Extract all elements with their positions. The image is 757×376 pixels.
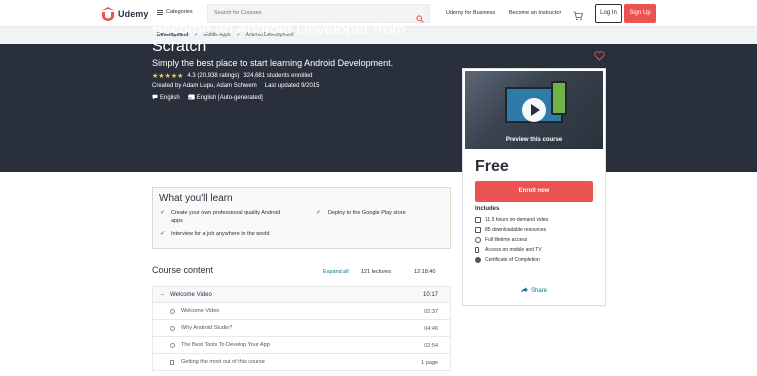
cart-icon[interactable] xyxy=(573,8,583,21)
signup-button[interactable]: Sign Up xyxy=(624,4,656,23)
lecture-row[interactable]: Welcome Video 02:37 xyxy=(152,303,451,320)
lecture-row[interactable]: Getting the most out of this course 1 pa… xyxy=(152,354,451,371)
lecture-label: Welcome Video xyxy=(181,308,220,314)
play-circle-icon xyxy=(170,309,175,314)
certificate-icon xyxy=(475,257,481,263)
hamburger-icon xyxy=(157,9,163,15)
logo-text: Udemy xyxy=(118,8,149,19)
captions-label: English [Auto-generated] xyxy=(196,95,263,101)
include-text: Certificate of Completion xyxy=(485,257,540,263)
wishlist-heart-icon[interactable] xyxy=(594,48,605,61)
rating-row: ★★★★★ 4.3 (20,938 ratings) 324,681 stude… xyxy=(152,72,312,80)
video-icon xyxy=(475,217,481,223)
language-row: English cc English [Auto-generated] xyxy=(152,94,263,102)
include-text: 85 downloadable resources xyxy=(485,227,547,233)
categories-menu[interactable]: Categories xyxy=(157,9,193,15)
include-text: Full lifetime access xyxy=(485,237,528,243)
created-row: Created by Adam Lupu, Adam Schwem Last u… xyxy=(152,83,319,89)
search-input[interactable] xyxy=(214,10,404,16)
svg-text:cc: cc xyxy=(189,95,193,99)
lecture-row[interactable]: The Best Tools To Develop Your App 02:54 xyxy=(152,337,451,354)
collapse-icon: – xyxy=(161,292,164,298)
learn-item: Interview for a job anywhere in the worl… xyxy=(171,231,270,237)
section-header-welcome-video[interactable]: – Welcome Video 10:17 xyxy=(152,286,451,303)
lecture-label: The Best Tools To Develop Your App xyxy=(181,342,270,348)
course-preview[interactable]: Preview this course xyxy=(465,71,603,149)
infinity-icon xyxy=(475,237,481,243)
play-icon[interactable] xyxy=(522,98,546,122)
closed-captions-icon: cc xyxy=(187,94,195,102)
section-duration: 10:17 xyxy=(422,292,438,298)
lecture-row[interactable]: Why Android Studio? 04:46 xyxy=(152,320,451,337)
share-label: Share xyxy=(531,288,548,294)
lecture-duration: 02:54 xyxy=(424,343,438,349)
last-updated: Last updated 9/2015 xyxy=(264,83,320,89)
document-icon xyxy=(170,360,174,365)
course-purchase-card: Preview this course Free Enroll now Incl… xyxy=(462,68,606,306)
course-subtitle: Simply the best place to start learning … xyxy=(152,58,394,68)
become-instructor-link[interactable]: Become an Instructor xyxy=(509,10,561,16)
include-item: 85 downloadable resources xyxy=(475,225,548,235)
what-you-will-learn-box: What you'll learn ✔ Create your own prof… xyxy=(152,187,451,249)
students-enrolled: 324,681 students enrolled xyxy=(243,73,313,79)
login-button[interactable]: Log In xyxy=(595,4,622,23)
lecture-label: Getting the most out of this course xyxy=(181,359,265,365)
expand-all-link[interactable]: Expand all xyxy=(323,269,349,275)
includes-list: 11.5 hours on-demand video 85 downloadab… xyxy=(475,215,548,265)
enroll-button[interactable]: Enroll now xyxy=(475,181,593,202)
learn-item: Deploy to the Google Play store xyxy=(328,210,406,216)
lecture-label: Why Android Studio? xyxy=(181,325,233,331)
course-price: Free xyxy=(475,158,509,175)
preview-label[interactable]: Preview this course xyxy=(465,137,603,143)
total-duration: 12:18:40 xyxy=(414,269,436,275)
preview-phone-graphic xyxy=(551,81,567,115)
include-text: Access on mobile and TV xyxy=(485,247,542,253)
udemy-logo[interactable]: Udemy xyxy=(100,6,149,21)
captions-item: cc English [Auto-generated] xyxy=(187,94,263,102)
course-content-title: Course content xyxy=(152,265,214,275)
learn-title: What you'll learn xyxy=(159,193,233,204)
section-label: Welcome Video xyxy=(170,292,212,298)
includes-title: Includes xyxy=(475,206,500,212)
include-item: Access on mobile and TV xyxy=(475,245,548,255)
rating-stars-icon: ★★★★★ xyxy=(152,73,184,80)
share-button[interactable]: Share xyxy=(521,287,547,295)
include-item: Certificate of Completion xyxy=(475,255,548,265)
include-text: 11.5 hours on-demand video xyxy=(485,217,549,223)
language-item: English xyxy=(152,94,180,102)
course-title: Become an Android Developer from Scratch xyxy=(152,21,406,55)
lectures-count: 121 lectures xyxy=(361,269,391,275)
lecture-duration: 04:46 xyxy=(424,326,438,332)
created-by[interactable]: Created by Adam Lupu, Adam Schwem xyxy=(152,83,257,89)
play-circle-icon xyxy=(170,326,175,331)
lecture-duration: 02:37 xyxy=(424,309,438,315)
check-icon: ✔ xyxy=(160,210,166,216)
check-icon: ✔ xyxy=(160,231,166,237)
check-icon: ✔ xyxy=(316,210,322,216)
categories-label: Categories xyxy=(166,9,193,15)
play-circle-icon xyxy=(170,343,175,348)
search-icon[interactable] xyxy=(416,10,424,23)
rating-text[interactable]: 4.3 (20,938 ratings) xyxy=(187,73,239,79)
udemy-logo-icon xyxy=(100,6,116,21)
include-item: Full lifetime access xyxy=(475,235,548,245)
speech-bubble-icon xyxy=(152,94,158,102)
learn-item: Create your own professional quality And… xyxy=(171,210,281,224)
file-icon xyxy=(475,227,481,233)
lecture-duration: 1 page xyxy=(421,360,438,366)
mobile-icon xyxy=(475,247,479,253)
udemy-for-business-link[interactable]: Udemy for Business xyxy=(446,10,495,16)
share-icon xyxy=(521,287,528,295)
include-item: 11.5 hours on-demand video xyxy=(475,215,548,225)
language-label: English xyxy=(160,95,180,101)
